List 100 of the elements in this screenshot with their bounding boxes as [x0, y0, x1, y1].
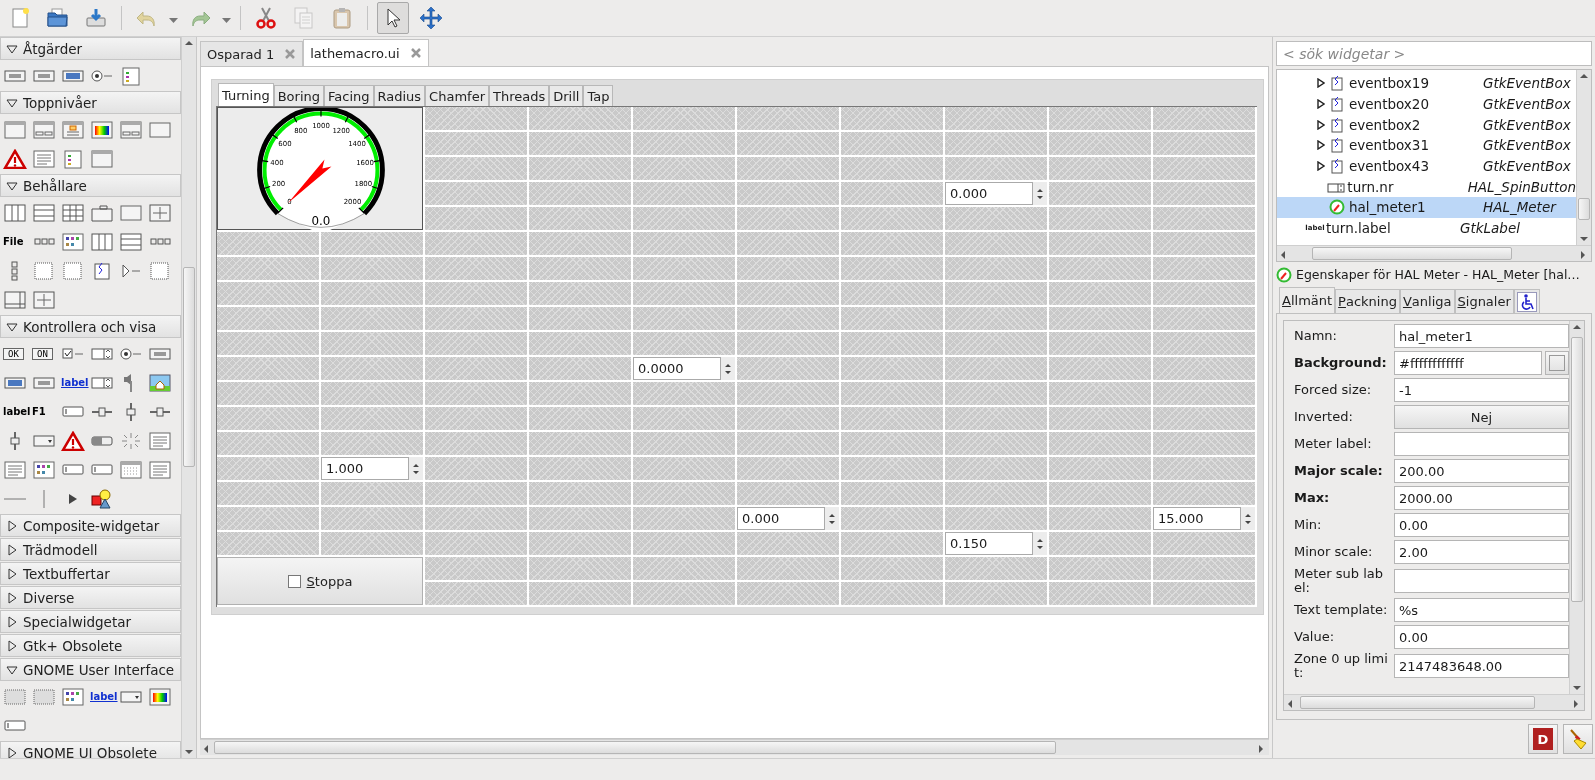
scrollbar-thumb[interactable] — [1578, 198, 1590, 220]
placeholder-cell[interactable] — [425, 507, 527, 530]
collapsed-triangle-icon[interactable] — [1317, 161, 1325, 172]
placeholder-cell[interactable] — [945, 157, 1047, 180]
placeholder-cell[interactable] — [425, 407, 527, 430]
widget-palette-item[interactable]: F1 — [32, 406, 46, 417]
palette-group-header[interactable]: Gtk+ Obsolete — [0, 634, 181, 657]
placeholder-cell[interactable] — [1049, 157, 1151, 180]
placeholder-cell[interactable] — [321, 407, 423, 430]
placeholder-cell[interactable] — [529, 332, 631, 355]
pointer-button[interactable] — [377, 2, 409, 34]
property-field[interactable] — [1394, 569, 1569, 593]
placeholder-cell[interactable] — [945, 332, 1047, 355]
rows-icon[interactable] — [32, 202, 56, 223]
tree-row[interactable]: eventbox31 GtkEventBox — [1277, 135, 1576, 156]
placeholder-cell[interactable] — [529, 457, 631, 480]
placeholder-cell[interactable] — [841, 307, 943, 330]
placeholder-cell[interactable] — [425, 382, 527, 405]
notebook-tab[interactable]: Turning — [218, 83, 274, 106]
placeholder-cell[interactable] — [633, 507, 735, 530]
palette-group-header[interactable]: Composite-widgetar — [0, 514, 181, 537]
placeholder-cell[interactable] — [217, 457, 319, 480]
columns-icon[interactable] — [90, 231, 114, 252]
placeholder-cell[interactable] — [945, 457, 1047, 480]
placeholder-cell[interactable] — [529, 107, 631, 130]
frame-icon[interactable] — [148, 119, 172, 140]
placeholder-cell[interactable] — [945, 357, 1047, 380]
spinner-icon[interactable] — [119, 430, 143, 451]
horizontal-scrollbar[interactable] — [200, 739, 1269, 755]
placeholder-cell[interactable] — [945, 107, 1047, 130]
properties-tab[interactable]: Allmänt — [1279, 287, 1336, 313]
spin-field[interactable]: 0.000 — [737, 507, 825, 530]
placeholder-cell[interactable] — [945, 557, 1047, 580]
grid-icon[interactable] — [61, 202, 85, 223]
dotted-grid-icon[interactable] — [61, 260, 85, 281]
property-field[interactable] — [1394, 432, 1569, 456]
placeholder-cell[interactable] — [737, 107, 839, 130]
folder-tab-icon[interactable] — [90, 202, 114, 223]
placeholder-cell[interactable] — [529, 232, 631, 255]
placeholder-cell[interactable] — [945, 282, 1047, 305]
checkbox[interactable] — [287, 574, 301, 588]
placeholder-cell[interactable] — [737, 307, 839, 330]
placeholder-cell[interactable] — [737, 157, 839, 180]
spin-field[interactable]: 1.000 — [321, 457, 409, 480]
scrollbar-thumb[interactable] — [214, 741, 1056, 754]
placeholder-cell[interactable] — [217, 532, 319, 555]
placeholder-cell[interactable] — [217, 357, 319, 380]
property-field[interactable]: 0.00 — [1394, 625, 1569, 649]
placeholder-cell[interactable] — [1049, 357, 1151, 380]
search-field[interactable]: < sök widgetar > — [1276, 41, 1592, 66]
placeholder-cell[interactable] — [321, 332, 423, 355]
notebook-tab[interactable]: Tap — [583, 85, 614, 106]
collapsed-triangle-icon[interactable] — [1317, 99, 1325, 110]
close-icon[interactable] — [409, 47, 422, 59]
notebook-tab[interactable]: Radius — [373, 85, 426, 106]
placeholder-cell[interactable] — [841, 382, 943, 405]
shapes-icon[interactable] — [90, 488, 114, 509]
placeholder-cell[interactable] — [737, 132, 839, 155]
placeholder-cell[interactable] — [1049, 282, 1151, 305]
placeholder-cell[interactable] — [945, 307, 1047, 330]
placeholder-cell[interactable] — [841, 157, 943, 180]
placeholder-cell[interactable] — [1153, 207, 1255, 230]
placeholder-cell[interactable] — [425, 282, 527, 305]
placeholder-cell[interactable] — [841, 507, 943, 530]
placeholder-cell[interactable] — [529, 557, 631, 580]
placeholder-cell[interactable] — [425, 207, 527, 230]
placeholder-cell[interactable] — [425, 357, 527, 380]
placeholder-cell[interactable] — [529, 582, 631, 605]
placeholder-cell[interactable] — [321, 532, 423, 555]
placeholder-cell[interactable] — [1153, 382, 1255, 405]
text-lines-icon[interactable] — [148, 430, 172, 451]
placeholder-cell[interactable] — [217, 282, 319, 305]
vertical-scrollbar[interactable] — [1576, 70, 1591, 245]
placeholder-cell[interactable] — [425, 132, 527, 155]
placeholder-cell[interactable] — [425, 482, 527, 505]
placeholder-cell[interactable] — [1153, 182, 1255, 205]
placeholder-cell[interactable] — [529, 532, 631, 555]
placeholder-cell[interactable] — [425, 457, 527, 480]
color-window-icon[interactable] — [148, 686, 172, 707]
toggle-button[interactable]: Nej — [1394, 405, 1569, 429]
placeholder-cell[interactable] — [633, 107, 735, 130]
placeholder-cell[interactable] — [633, 382, 735, 405]
property-field[interactable]: 2.00 — [1394, 540, 1569, 564]
palette-group-header[interactable]: Behållare — [0, 174, 181, 197]
icon-grid-icon[interactable] — [32, 459, 56, 480]
document-tab[interactable]: Osparad 1 — [200, 41, 304, 66]
hatched-window-icon[interactable] — [32, 686, 56, 707]
placeholder-cell[interactable] — [945, 207, 1047, 230]
placeholder-cell[interactable] — [529, 357, 631, 380]
placeholder-cell[interactable] — [633, 332, 735, 355]
collapsed-triangle-icon[interactable] — [1317, 78, 1325, 89]
placeholder-cell[interactable] — [529, 507, 631, 530]
placeholder-cell[interactable] — [737, 282, 839, 305]
spin-field[interactable]: 0.0000 — [633, 357, 721, 380]
placeholder-cell[interactable] — [425, 532, 527, 555]
tree-row[interactable]: turn.nr HAL_SpinButton — [1277, 176, 1576, 198]
widget-palette-item[interactable]: ON — [32, 347, 53, 360]
property-field[interactable]: %s — [1394, 598, 1569, 622]
placeholder-cell[interactable] — [1153, 432, 1255, 455]
placeholder-cell[interactable] — [737, 557, 839, 580]
